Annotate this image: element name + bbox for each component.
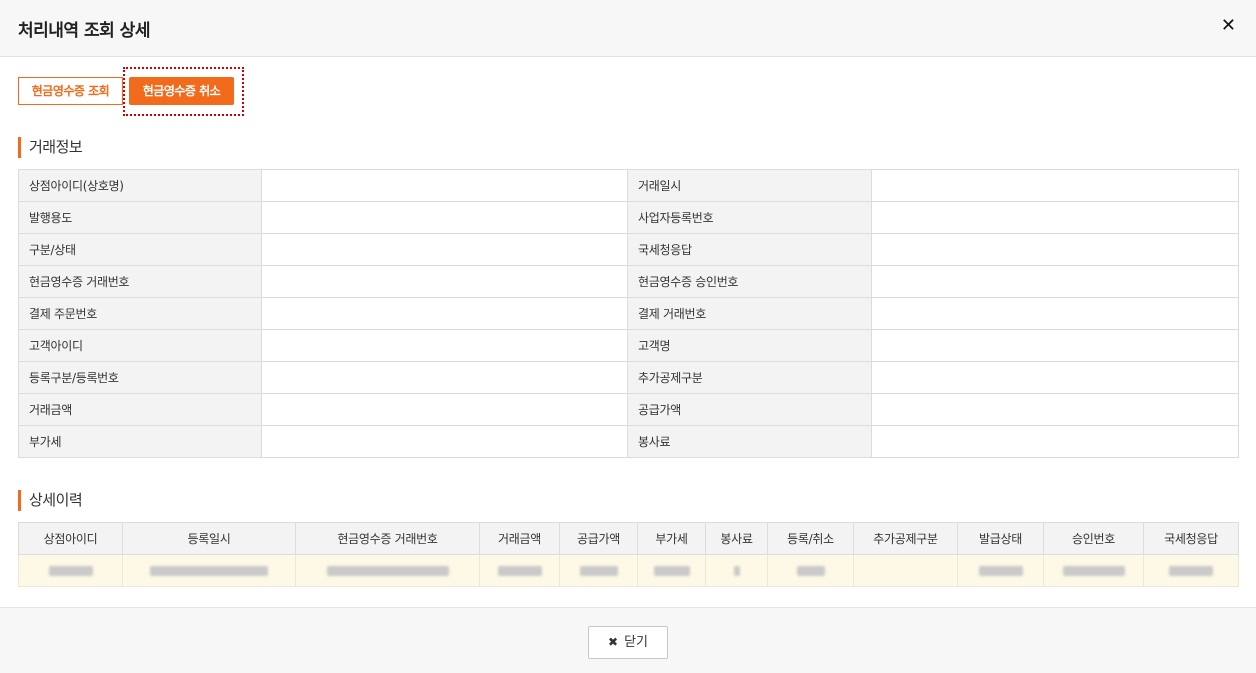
history-cell [637, 554, 706, 587]
info-value [871, 361, 1239, 394]
history-cell [957, 554, 1044, 587]
info-value [261, 265, 628, 298]
info-label: 부가세 [18, 425, 262, 458]
info-label: 고객명 [627, 329, 872, 362]
column-header: 부가세 [637, 522, 706, 555]
history-cell [767, 554, 854, 587]
info-value [871, 265, 1239, 298]
redacted-value [1062, 566, 1125, 576]
info-label: 봉사료 [627, 425, 872, 458]
column-header: 상점아이디 [18, 522, 123, 555]
column-header: 추가공제구분 [853, 522, 958, 555]
info-row: 발행용도 사업자등록번호 [18, 201, 1239, 234]
redacted-value [150, 566, 268, 576]
info-value [261, 361, 628, 394]
info-value [261, 393, 628, 426]
info-value [871, 393, 1239, 426]
history-cell [559, 554, 638, 587]
history-cell [122, 554, 296, 587]
x-icon: ✖ [608, 635, 619, 649]
column-header: 거래금액 [479, 522, 560, 555]
info-row: 고객아이디 고객명 [18, 329, 1239, 362]
history-cell [479, 554, 560, 587]
info-value [871, 425, 1239, 458]
redacted-value [579, 566, 618, 576]
column-header: 등록일시 [122, 522, 296, 555]
info-value [871, 233, 1239, 266]
close-button-label: 닫기 [624, 635, 648, 650]
info-label: 추가공제구분 [627, 361, 872, 394]
column-header: 국세청응답 [1143, 522, 1239, 555]
info-label: 구분/상태 [18, 233, 262, 266]
modal-title: 처리내역 조회 상세 [18, 21, 150, 41]
info-value [871, 201, 1239, 234]
info-value [261, 233, 628, 266]
redacted-value [653, 566, 690, 576]
info-value [871, 297, 1239, 330]
cash-receipt-inquiry-button[interactable]: 현금영수증 조회 [18, 77, 123, 105]
redacted-value [796, 566, 825, 576]
history-cell [295, 554, 480, 587]
info-label: 상점아이디(상호명) [18, 169, 262, 202]
info-value [261, 297, 628, 330]
history-cell [18, 554, 123, 587]
info-label: 공급가액 [627, 393, 872, 426]
info-row: 거래금액 공급가액 [18, 393, 1239, 426]
info-label: 발행용도 [18, 201, 262, 234]
history-cell [1043, 554, 1144, 587]
info-value [261, 201, 628, 234]
redacted-value [978, 566, 1023, 576]
info-row: 현금영수증 거래번호 현금영수증 승인번호 [18, 265, 1239, 298]
info-value [871, 329, 1239, 362]
table-row[interactable] [18, 554, 1239, 587]
info-label: 등록구분/등록번호 [18, 361, 262, 394]
info-label: 결제 주문번호 [18, 297, 262, 330]
modal-header: 처리내역 조회 상세 ✕ [0, 0, 1256, 57]
modal-footer: ✖ 닫기 [0, 607, 1256, 673]
history-cell [853, 554, 958, 587]
info-row: 상점아이디(상호명) 거래일시 [18, 169, 1239, 202]
redacted-value [497, 566, 542, 576]
column-header: 등록/취소 [767, 522, 854, 555]
column-header: 공급가액 [559, 522, 638, 555]
close-icon[interactable]: ✕ [1221, 14, 1236, 38]
info-value [261, 425, 628, 458]
info-row: 결제 주문번호 결제 거래번호 [18, 297, 1239, 330]
info-value [871, 169, 1239, 202]
info-row: 구분/상태 국세청응답 [18, 233, 1239, 266]
info-row: 부가세 봉사료 [18, 425, 1239, 458]
info-label: 현금영수증 거래번호 [18, 265, 262, 298]
info-label: 거래일시 [627, 169, 872, 202]
redacted-value [1169, 566, 1213, 576]
redacted-value [733, 566, 740, 576]
column-header: 봉사료 [705, 522, 768, 555]
section-title-transaction-info: 거래정보 [18, 137, 83, 158]
info-row: 등록구분/등록번호 추가공제구분 [18, 361, 1239, 394]
info-label: 고객아이디 [18, 329, 262, 362]
column-header: 승인번호 [1043, 522, 1144, 555]
info-label: 결제 거래번호 [627, 297, 872, 330]
history-cell [1143, 554, 1239, 587]
history-table: 상점아이디 등록일시 현금영수증 거래번호 거래금액 공급가액 부가세 봉사료 등록/취소 추가… [18, 522, 1239, 587]
info-label: 사업자등록번호 [627, 201, 872, 234]
transaction-info-table: 상점아이디(상호명) 거래일시 발행용도 사업자등록번호 구분/상태 국세청응답 현금영수증… [18, 169, 1239, 458]
section-title-history: 상세이력 [18, 490, 83, 511]
info-value [261, 329, 628, 362]
info-label: 현금영수증 승인번호 [627, 265, 872, 298]
history-cell [705, 554, 768, 587]
info-label: 거래금액 [18, 393, 262, 426]
redacted-value [326, 566, 449, 576]
info-value [261, 169, 628, 202]
column-header: 발급상태 [957, 522, 1044, 555]
close-button[interactable]: ✖ 닫기 [588, 626, 668, 659]
cash-receipt-cancel-button[interactable]: 현금영수증 취소 [129, 77, 234, 105]
column-header: 현금영수증 거래번호 [295, 522, 480, 555]
info-label: 국세청응답 [627, 233, 872, 266]
redacted-value [48, 566, 93, 576]
